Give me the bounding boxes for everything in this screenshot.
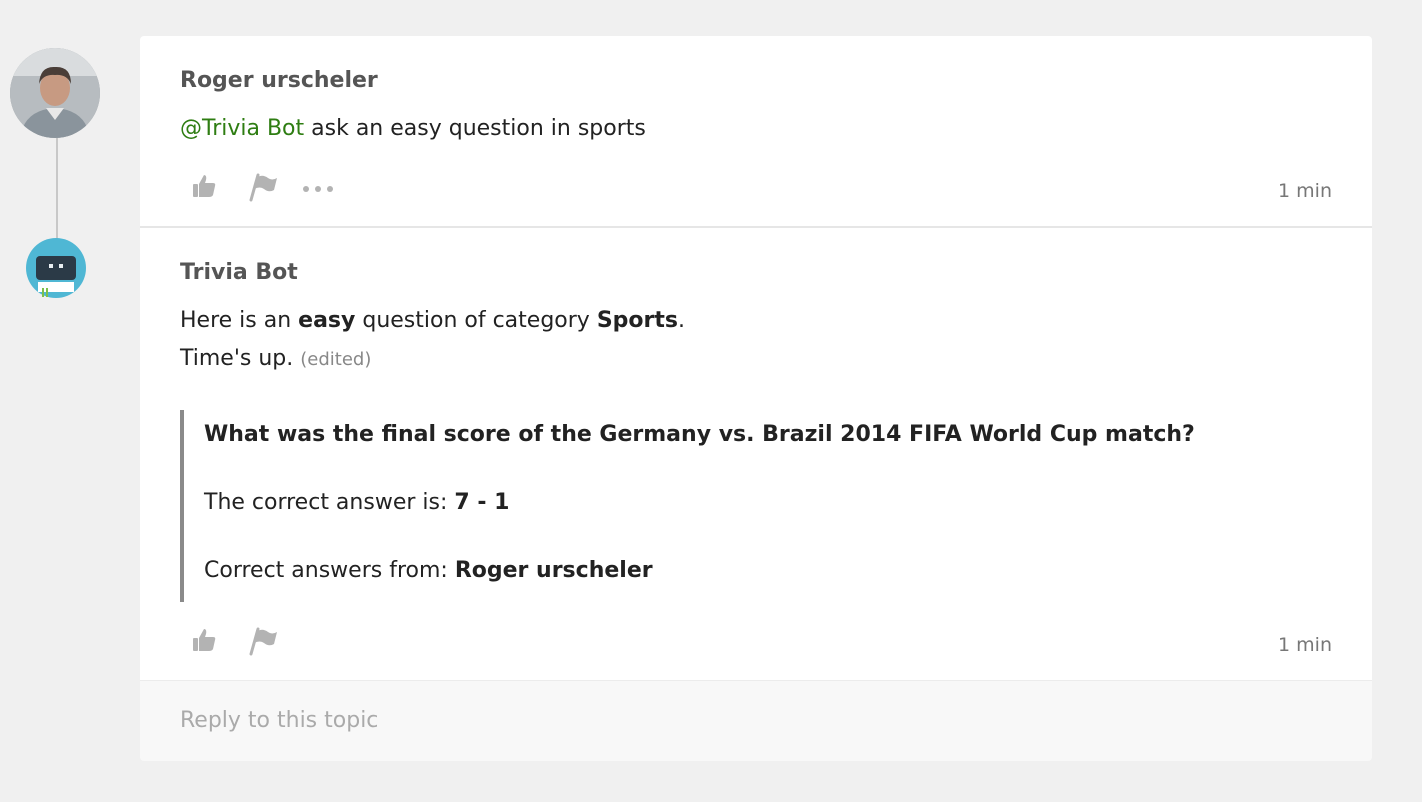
trivia-blockquote: What was the final score of the Germany … bbox=[180, 410, 1284, 602]
post-body-line-1: Here is an easy question of category Spo… bbox=[180, 308, 685, 333]
reply-bar: Reply to this topic bbox=[140, 680, 1372, 761]
like-button[interactable] bbox=[190, 172, 222, 204]
answer-value: 7 - 1 bbox=[454, 490, 510, 515]
answer-label: The correct answer is: bbox=[204, 490, 455, 515]
like-button[interactable] bbox=[190, 626, 222, 658]
avatar-trivia-bot[interactable] bbox=[24, 238, 88, 302]
topic-view: Roger urscheler @Trivia Bot ask an easy … bbox=[0, 0, 1422, 802]
text-fragment: . bbox=[677, 308, 685, 333]
post-author[interactable]: Trivia Bot bbox=[180, 260, 298, 285]
reply-input[interactable]: Reply to this topic bbox=[180, 708, 378, 733]
robot-icon bbox=[26, 238, 86, 298]
post-timestamp[interactable]: 1 min bbox=[1278, 180, 1332, 202]
flag-icon bbox=[249, 173, 277, 202]
winners-label: Correct answers from: bbox=[204, 558, 455, 583]
like-icon bbox=[193, 175, 216, 197]
flag-button[interactable] bbox=[246, 626, 278, 658]
times-up-text: Time's up. bbox=[180, 346, 294, 371]
text-fragment: question of category bbox=[355, 308, 597, 333]
flag-button[interactable] bbox=[246, 172, 278, 204]
flag-icon bbox=[249, 627, 277, 656]
avatar-roger[interactable] bbox=[10, 48, 100, 138]
post-body: @Trivia Bot ask an easy question in spor… bbox=[180, 116, 646, 141]
text-fragment: Here is an bbox=[180, 308, 299, 333]
difficulty-text: easy bbox=[298, 308, 356, 333]
post-timestamp[interactable]: 1 min bbox=[1278, 634, 1332, 656]
thread-connector-line bbox=[56, 136, 58, 240]
user-photo-icon bbox=[10, 48, 100, 138]
trivia-question: What was the final score of the Germany … bbox=[204, 422, 1195, 447]
edited-indicator[interactable]: (edited) bbox=[300, 349, 371, 370]
more-button[interactable] bbox=[300, 172, 340, 204]
more-icon bbox=[303, 186, 333, 192]
winners-value: Roger urscheler bbox=[454, 558, 653, 583]
post-body-text: ask an easy question in sports bbox=[304, 116, 646, 141]
post-roger: Roger urscheler @Trivia Bot ask an easy … bbox=[140, 36, 1372, 228]
post-body-line-2: Time's up. (edited) bbox=[180, 346, 371, 371]
like-icon bbox=[193, 629, 216, 651]
mention-link[interactable]: @Trivia Bot bbox=[180, 116, 304, 141]
correct-answers-line: Correct answers from: Roger urscheler bbox=[204, 558, 653, 583]
category-text: Sports bbox=[596, 308, 678, 333]
post-trivia-bot: Trivia Bot Here is an easy question of c… bbox=[140, 228, 1372, 680]
post-author[interactable]: Roger urscheler bbox=[180, 68, 378, 93]
topic-card: Roger urscheler @Trivia Bot ask an easy … bbox=[140, 36, 1372, 761]
correct-answer-line: The correct answer is: 7 - 1 bbox=[204, 490, 509, 515]
